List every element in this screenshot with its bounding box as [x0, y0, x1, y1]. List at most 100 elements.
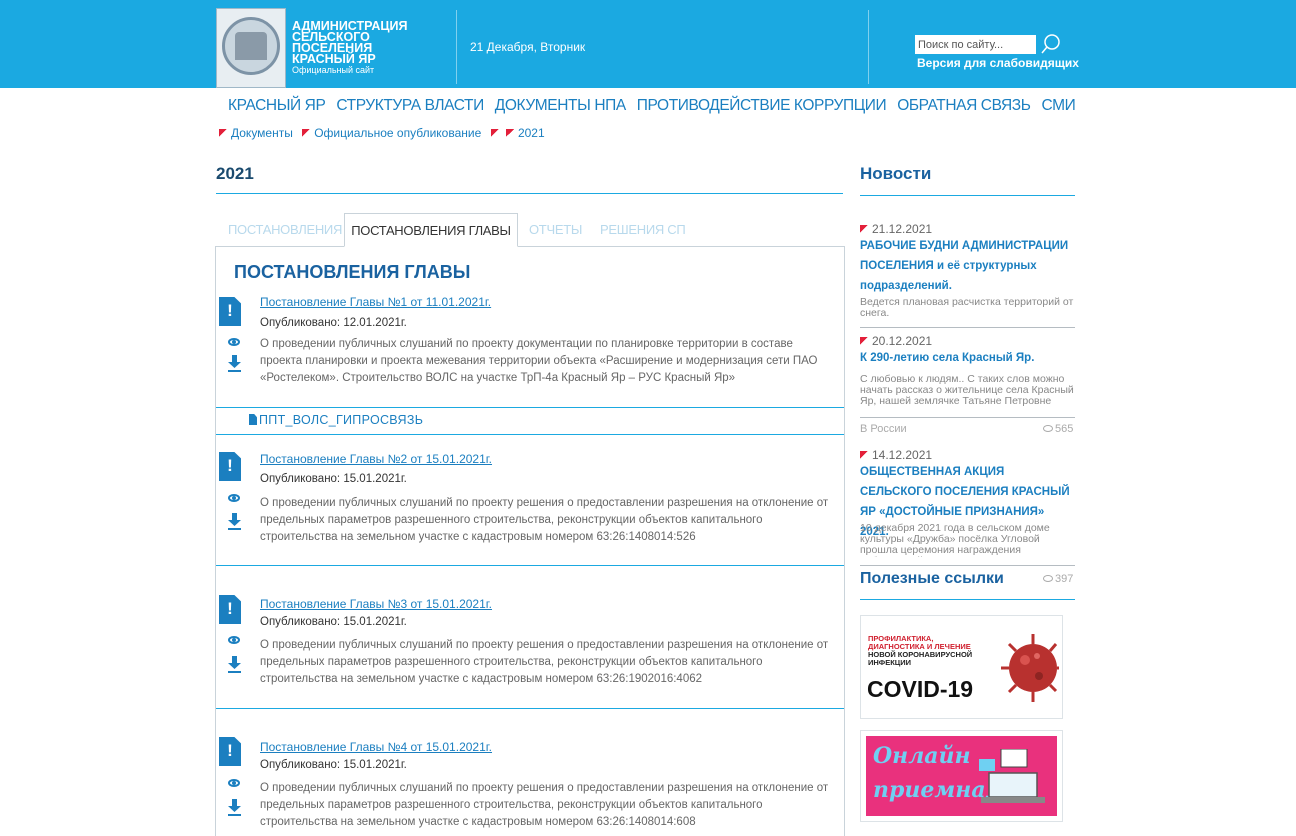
document-link[interactable]: Постановление Главы №3 от 15.01.2021г. [260, 597, 492, 611]
download-icon[interactable] [228, 513, 241, 530]
eye-icon [1043, 575, 1053, 582]
document-link[interactable]: Постановление Главы №1 от 11.01.2021г. [260, 295, 491, 309]
search-input[interactable] [915, 35, 1036, 54]
useful-links-underline [860, 599, 1075, 600]
nav-item-feedback[interactable]: ОБРАТНАЯ СВЯЗЬ [897, 97, 1031, 114]
breadcrumb-documents[interactable]: Документы [231, 126, 293, 140]
online-banner-line: Онлайн [873, 743, 971, 769]
document-icon: ! [219, 452, 241, 481]
header-divider [456, 10, 457, 84]
nav-item-krasny-yar[interactable]: КРАСНЫЙ ЯР [228, 97, 326, 114]
emblem-circle [222, 17, 280, 75]
tab-resolutions[interactable]: ПОСТАНОВЛЕНИЯ [228, 222, 342, 237]
download-icon[interactable] [228, 656, 241, 673]
download-icon[interactable] [228, 799, 241, 816]
flag-icon [505, 129, 514, 137]
document-icon: ! [219, 595, 241, 624]
breadcrumb-2021[interactable]: 2021 [518, 126, 545, 140]
laptop-icon [979, 749, 1045, 803]
document-link[interactable]: Постановление Главы №4 от 15.01.2021г. [260, 740, 492, 754]
nav-item-anti-corruption[interactable]: ПРОТИВОДЕЙСТВИЕ КОРРУПЦИИ [637, 97, 887, 114]
document-description: О проведении публичных слушаний по проек… [260, 639, 829, 685]
download-icon[interactable] [228, 355, 241, 372]
news-date: 21.12.2021 [860, 222, 932, 236]
document-icon: ! [219, 297, 241, 326]
virus-icon [1001, 634, 1059, 702]
news-excerpt: Ведется плановая расчистка территорий от… [860, 296, 1074, 319]
panel-title: ПОСТАНОВЛЕНИЯ ГЛАВЫ [234, 262, 471, 282]
document-separator [216, 708, 844, 709]
views-count: 397 [1055, 573, 1074, 585]
news-date: 14.12.2021 [860, 448, 932, 462]
news-excerpt: 10 декабря 2021 года в сельском доме кул… [860, 523, 1050, 557]
tab-council-decisions[interactable]: РЕШЕНИЯ СП [600, 222, 686, 237]
view-icon[interactable] [228, 338, 240, 346]
document-published: Опубликовано: 12.01.2021г. [260, 317, 407, 329]
search-icon[interactable] [1040, 33, 1062, 55]
title-underline [216, 193, 843, 194]
news-views: 565 [1043, 423, 1073, 435]
document-link[interactable]: Постановление Главы №2 от 15.01.2021г. [260, 452, 492, 466]
useful-links-heading: Полезные ссылки [860, 570, 1004, 587]
coat-of-arms-logo[interactable] [216, 8, 286, 88]
news-date: 20.12.2021 [860, 334, 932, 348]
document-icon: ! [219, 737, 241, 766]
covid-banner[interactable]: ПРОФИЛАКТИКА, ДИАГНОСТИКА И ЛЕЧЕНИЕ НОВО… [860, 615, 1063, 719]
document-description: О проведении публичных слушаний по проек… [260, 497, 829, 543]
news-excerpt: С любовью к людям.. С таких слов можно н… [860, 374, 1074, 407]
document-separator [216, 565, 844, 566]
tab-reports[interactable]: ОТЧЕТЫ [529, 222, 582, 237]
accessibility-version-link[interactable]: Версия для слабовидящих [917, 56, 1079, 70]
site-header: АДМИНИСТРАЦИЯ СЕЛЬСКОГО ПОСЕЛЕНИЯ КРАСНЫ… [0, 0, 1296, 88]
news-date-text: 20.12.2021 [872, 334, 933, 348]
flag-icon [490, 129, 499, 137]
document-separator [216, 407, 844, 408]
document-published: Опубликовано: 15.01.2021г. [260, 473, 407, 485]
view-icon[interactable] [228, 636, 240, 644]
breadcrumb: Документы Официальное опубликование 2021 [219, 126, 551, 140]
file-icon [249, 414, 257, 425]
site-subtitle: Официальный сайт [292, 65, 375, 75]
main-nav: КРАСНЫЙ ЯР СТРУКТУРА ВЛАСТИ ДОКУМЕНТЫ НП… [228, 97, 1082, 115]
news-title-link[interactable]: РАБОЧИЕ БУДНИ АДМИНИСТРАЦИИ ПОСЕЛЕНИЯ и … [860, 236, 1070, 296]
view-icon[interactable] [228, 494, 240, 502]
site-title-line: КРАСНЫЙ ЯР [292, 52, 376, 66]
flag-icon [860, 225, 868, 233]
building-emblem [235, 32, 267, 60]
news-title-link[interactable]: К 290-летию села Красный Яр. [860, 348, 1070, 368]
document-description: О проведении публичных слушаний по проек… [260, 782, 829, 828]
news-separator [860, 417, 1075, 418]
document-description: О проведении публичных слушаний по проек… [260, 338, 818, 384]
online-reception-banner[interactable]: Онлайн приемная [860, 730, 1063, 822]
news-separator [860, 327, 1075, 328]
view-icon[interactable] [228, 779, 240, 787]
page-title: 2021 [216, 164, 254, 183]
news-separator [860, 565, 1075, 566]
news-views: 397 [1043, 573, 1073, 585]
covid-title: COVID-19 [867, 676, 974, 702]
document-published: Опубликовано: 15.01.2021г. [260, 759, 407, 771]
flag-icon [219, 129, 227, 137]
news-heading-underline [860, 195, 1075, 196]
news-category: В России [860, 423, 907, 435]
nav-item-government-structure[interactable]: СТРУКТУРА ВЛАСТИ [336, 97, 484, 114]
document-separator [216, 434, 844, 435]
flag-icon [302, 129, 311, 137]
covid-line: ИНФЕКЦИИ [868, 658, 912, 667]
covid-banner-text: ПРОФИЛАКТИКА, ДИАГНОСТИКА И ЛЕЧЕНИЕ НОВО… [868, 635, 998, 667]
views-count: 565 [1055, 423, 1074, 435]
eye-icon [1043, 425, 1053, 432]
tab-head-resolutions[interactable]: ПОСТАНОВЛЕНИЯ ГЛАВЫ [344, 213, 518, 247]
site-title-line: СЕЛЬСКОГО ПОСЕЛЕНИЯ [292, 30, 373, 55]
attachment-link[interactable]: ППТ_ВОЛС_ГИПРОСВЯЗЬ [249, 413, 423, 427]
flag-icon [860, 451, 868, 459]
attachment-label: ППТ_ВОЛС_ГИПРОСВЯЗЬ [259, 413, 424, 427]
news-date-text: 21.12.2021 [872, 222, 933, 236]
nav-item-documents[interactable]: ДОКУМЕНТЫ НПА [495, 97, 626, 114]
news-heading: Новости [860, 164, 932, 183]
breadcrumb-official-publication[interactable]: Официальное опубликование [314, 126, 481, 140]
nav-item-media[interactable]: СМИ [1041, 97, 1075, 114]
news-date-text: 14.12.2021 [872, 448, 933, 462]
site-title[interactable]: АДМИНИСТРАЦИЯ СЕЛЬСКОГО ПОСЕЛЕНИЯ КРАСНЫ… [292, 20, 452, 75]
current-date: 21 Декабря, Вторник [470, 40, 586, 54]
